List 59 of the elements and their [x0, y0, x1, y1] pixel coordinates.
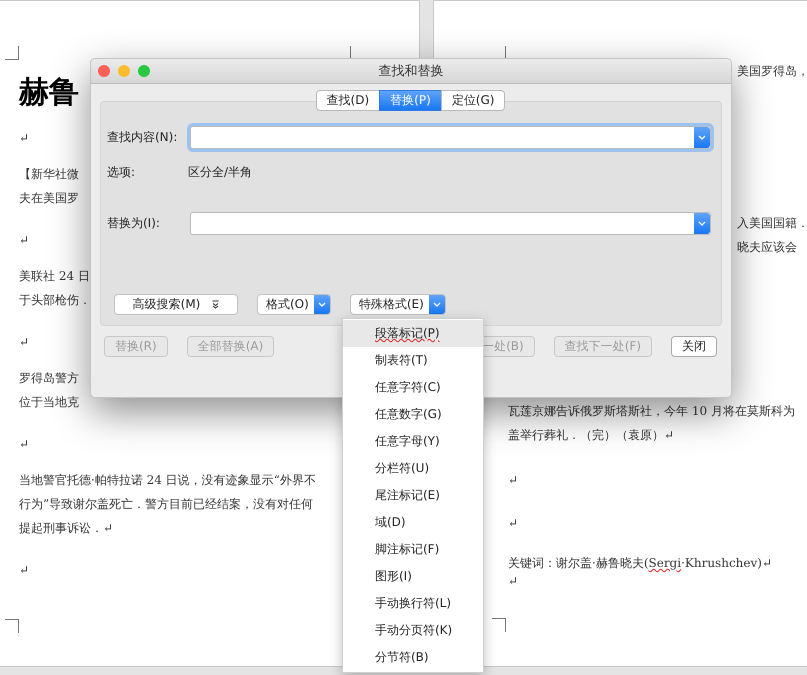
- document-text: 行为”导致谢尔盖死亡．警方目前已经结案，没有对任何: [19, 496, 314, 513]
- document-text: 盖举行葬礼．（完）（袁原）↵: [508, 427, 674, 444]
- window-title: 查找和替换: [378, 63, 444, 80]
- close-icon[interactable]: [98, 65, 110, 77]
- document-text: 于头部枪伤．: [19, 292, 91, 309]
- document-text: 美国罗得岛，: [737, 63, 807, 80]
- menu-item[interactable]: 手动分页符(K): [343, 617, 483, 644]
- menu-item[interactable]: 手动换行符(L): [343, 590, 483, 617]
- document-title: 赫鲁: [19, 75, 79, 111]
- field-label: 替换为(I):: [107, 215, 161, 232]
- document-text: 罗得岛警方: [19, 370, 79, 387]
- document-text: ↵: [19, 436, 30, 453]
- chevron-down-icon: [428, 295, 445, 314]
- document-text: 【新华社微: [19, 166, 79, 183]
- menu-item[interactable]: 图形(I): [343, 563, 483, 590]
- field-label: 选项:: [107, 164, 136, 180]
- menu-item[interactable]: 段落标记(P): [343, 320, 483, 347]
- field-label: 查找内容(N):: [107, 129, 178, 146]
- menu-item[interactable]: 尾注标记(E): [343, 482, 483, 509]
- menu-item[interactable]: 域(D): [343, 509, 483, 536]
- document-text: ↵: [19, 130, 30, 147]
- document-text: 晓夫应该会: [737, 239, 797, 256]
- menu-item[interactable]: 任意字符(C): [343, 374, 483, 401]
- document-text: ↵: [508, 573, 518, 590]
- document-text: 夫在美国罗: [19, 190, 79, 207]
- document-text: 关键词：谢尔盖·赫鲁晓夫(Sergi·Khrushchev)↵: [508, 555, 772, 572]
- document-text: ↵: [19, 334, 30, 351]
- chevron-down-icon[interactable]: [694, 213, 710, 234]
- crop-mark: [492, 618, 506, 632]
- document-text: 瓦莲京娜告诉俄罗斯塔斯社，今年 10 月将在莫斯科为: [508, 403, 795, 420]
- document-text: ↵: [19, 562, 30, 579]
- advanced-search-button[interactable]: 高级搜索(M): [114, 294, 238, 315]
- chevron-down-icon[interactable]: [694, 127, 710, 148]
- find-field[interactable]: [190, 126, 711, 149]
- document-text: ↵: [508, 472, 518, 489]
- menu-item[interactable]: 分节符(B): [343, 644, 483, 671]
- crop-mark: [5, 46, 19, 60]
- document-text: ↵: [508, 515, 518, 532]
- tab[interactable]: 查找(D): [316, 90, 380, 111]
- menu-item[interactable]: 分栏符(U): [343, 455, 483, 482]
- dropdown-button[interactable]: 格式(O): [257, 294, 331, 315]
- document-text: 美联社 24 日: [19, 268, 90, 285]
- crop-mark: [5, 619, 19, 633]
- dropdown-button[interactable]: 特殊格式(E): [350, 294, 446, 315]
- menu-item[interactable]: 任意数字(G): [343, 401, 483, 428]
- zoom-icon[interactable]: [138, 65, 150, 77]
- tab[interactable]: 定位(G): [440, 90, 506, 111]
- document-text: ↵: [19, 232, 30, 249]
- menu-item[interactable]: 任意字母(Y): [343, 428, 483, 455]
- chevron-down-icon: [314, 295, 330, 314]
- document-text: 位于当地克: [19, 394, 79, 411]
- dialog-button[interactable]: 关闭: [671, 336, 717, 357]
- document-text: 入美国国籍．: [737, 215, 807, 232]
- double-chevron-icon: [212, 300, 220, 309]
- menu-item[interactable]: 脚注标记(F): [343, 536, 483, 563]
- replace-field[interactable]: [190, 212, 711, 235]
- document-text: 当地警官托德·帕特拉诺 24 日说，没有迹象显示“外界不: [19, 472, 316, 489]
- document-text: 提起刑事诉讼．↵: [19, 520, 114, 537]
- options-value: 区分全/半角: [188, 164, 252, 180]
